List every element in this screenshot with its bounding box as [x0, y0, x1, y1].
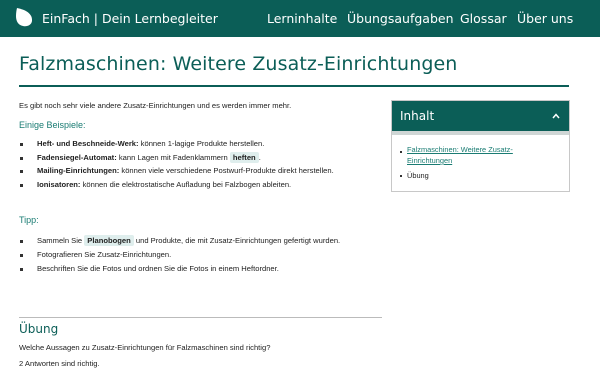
intro-text: Es gibt noch sehr viele andere Zusatz-Ei… — [19, 101, 292, 110]
nav-lerninhalte[interactable]: Lerninhalte — [267, 11, 337, 26]
tip-heading: Tipp: — [19, 215, 39, 225]
leaf-logo-icon[interactable] — [13, 6, 35, 28]
tip-text: Sammeln Sie — [37, 236, 83, 245]
exercise-title: Übung — [19, 322, 59, 336]
toc-header[interactable]: Inhalt — [392, 101, 569, 131]
example-text: können 1-lagige Produkte herstellen. — [140, 139, 265, 148]
list-item: Mailing-Einrichtungen: können viele vers… — [37, 166, 334, 175]
glossary-keyword-heften[interactable]: heften — [229, 152, 259, 163]
toc-item-uebung[interactable]: Übung — [407, 171, 429, 180]
chevron-up-icon[interactable] — [552, 112, 560, 120]
toc-title: Inhalt — [400, 109, 435, 123]
glossary-keyword-planobogen[interactable]: Planobogen — [84, 235, 134, 246]
table-of-contents: Inhalt Falzmaschinen: Weitere Zusatz- Ei… — [391, 100, 570, 192]
list-bullet — [20, 170, 23, 173]
example-text-end: . — [258, 153, 261, 162]
example-text: kann Lagen mit Fadenklammern — [118, 153, 228, 162]
example-term: Mailing-Einrichtungen: — [37, 166, 120, 175]
nav-glossar[interactable]: Glossar — [460, 11, 507, 26]
example-text: können die elektrostatische Aufladung be… — [82, 180, 292, 189]
examples-heading: Einige Beispiele: — [19, 120, 86, 130]
title-divider — [19, 85, 569, 87]
example-text: können viele verschiedene Postwurf-Produ… — [121, 166, 334, 175]
exercise-hint: 2 Antworten sind richtig. — [19, 359, 100, 368]
list-item: Sammeln Sie Planobogen und Produkte, die… — [37, 235, 340, 246]
list-item: Fotografieren Sie Zusatz-Einrichtungen. — [37, 250, 172, 259]
list-bullet — [20, 254, 23, 257]
list-item: Fadensiegel-Automat: kann Lagen mit Fade… — [37, 152, 261, 163]
exercise-question: Welche Aussagen zu Zusatz-Einrichtungen … — [19, 343, 271, 352]
example-term: Ionisatoren: — [37, 180, 81, 189]
toc-item-falzmaschinen-cont[interactable]: Einrichtungen — [407, 156, 452, 165]
nav-uebungsaufgaben[interactable]: Übungsaufgaben — [347, 11, 454, 26]
toc-bullet — [400, 175, 402, 177]
list-bullet — [20, 268, 23, 271]
toc-item-falzmaschinen[interactable]: Falzmaschinen: Weitere Zusatz- — [407, 145, 513, 154]
page-title: Falzmaschinen: Weitere Zusatz-Einrichtun… — [19, 53, 458, 75]
brand-name[interactable]: EinFach | Dein Lernbegleiter — [42, 11, 218, 26]
toc-divider — [392, 131, 569, 135]
toc-bullet — [400, 151, 402, 153]
example-term: Fadensiegel-Automat: — [37, 153, 117, 162]
list-bullet — [20, 240, 23, 243]
list-item: Heft- und Beschneide-Werk: können 1-lagi… — [37, 139, 264, 148]
list-item: Ionisatoren: können die elektrostatische… — [37, 180, 291, 189]
tip-text-end: und Produkte, die mit Zusatz-Einrichtung… — [135, 236, 341, 245]
section-divider — [19, 317, 382, 318]
list-bullet — [20, 143, 23, 146]
list-item: Beschriften Sie die Fotos und ordnen Sie… — [37, 264, 279, 273]
nav-ueber-uns[interactable]: Über uns — [517, 11, 573, 26]
list-bullet — [20, 184, 23, 187]
list-bullet — [20, 157, 23, 160]
example-term: Heft- und Beschneide-Werk: — [37, 139, 139, 148]
top-navigation-bar: EinFach | Dein Lernbegleiter Lerninhalte… — [0, 0, 600, 37]
